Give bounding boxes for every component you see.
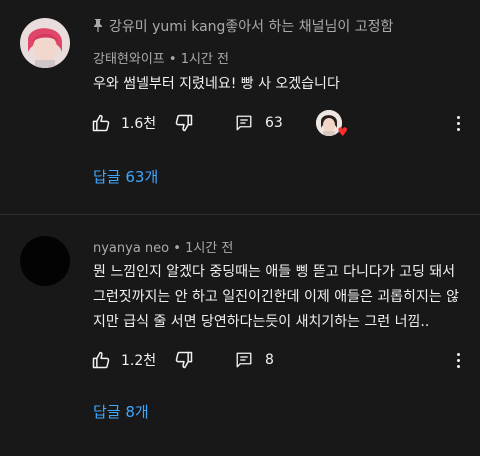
dislike-button[interactable] (174, 347, 194, 373)
comment-text: 뭔 느낌인지 알겠다 중딩때는 애들 삥 뜯고 다니다가 고딩 돼서 그런짓까지… (93, 264, 460, 330)
reply-count: 8 (265, 352, 274, 368)
thumbs-up-icon (91, 113, 111, 133)
comment-meta: nyanya neo • 1시간 전 (93, 237, 233, 256)
comment-actions: 1.6천 63 ♥ (91, 110, 480, 138)
comment-time[interactable]: 1시간 전 (185, 241, 233, 256)
dislike-button[interactable] (174, 110, 194, 136)
avatar[interactable] (20, 236, 70, 286)
comment-icon (235, 114, 253, 132)
comment-meta: 강태현와이프 • 1시간 전 (93, 48, 229, 67)
avatar[interactable] (20, 18, 70, 68)
pinned-label: 강유미 yumi kang좋아서 하는 채널님이 고정함 (93, 16, 393, 36)
creator-heart-badge: ♥ (316, 110, 348, 138)
heart-icon: ♥ (337, 125, 348, 139)
more-vertical-icon (456, 351, 460, 369)
author-name[interactable]: nyanya neo (93, 241, 169, 256)
more-options-button[interactable] (450, 110, 466, 136)
thumbs-up-icon (91, 350, 111, 370)
comment-text: 우와 썸넬부터 지렸네요! 빵 사 오겠습니다 (93, 76, 340, 92)
meta-separator: • (169, 241, 186, 256)
thumbs-down-icon (174, 113, 194, 133)
comment-time[interactable]: 1시간 전 (181, 52, 229, 67)
comment-actions: 1.2천 8 (91, 347, 480, 373)
view-replies-button[interactable]: 답글 63개 (93, 166, 158, 187)
comment-item: nyanya neo • 1시간 전 뭔 느낌인지 알겠다 중딩때는 애들 삥 … (0, 215, 480, 456)
reply-count: 63 (265, 115, 283, 131)
meta-separator: • (164, 52, 181, 67)
pinned-text: 강유미 yumi kang좋아서 하는 채널님이 고정함 (109, 19, 394, 35)
like-count: 1.6천 (121, 116, 157, 132)
like-button[interactable]: 1.6천 (91, 110, 156, 136)
view-replies-button[interactable]: 답글 8개 (93, 401, 149, 422)
thumbs-down-icon (174, 350, 194, 370)
more-options-button[interactable] (450, 347, 466, 373)
like-count: 1.2천 (121, 353, 157, 369)
more-vertical-icon (456, 114, 460, 132)
like-button[interactable]: 1.2천 (91, 347, 156, 373)
comment-item-pinned: 강유미 yumi kang좋아서 하는 채널님이 고정함 강태현와이프 • 1시… (0, 0, 480, 214)
pin-icon (93, 19, 103, 35)
comment-icon (235, 351, 253, 369)
reply-button[interactable]: 8 (235, 347, 274, 373)
author-name[interactable]: 강태현와이프 (93, 52, 165, 67)
reply-button[interactable]: 63 (235, 110, 283, 136)
